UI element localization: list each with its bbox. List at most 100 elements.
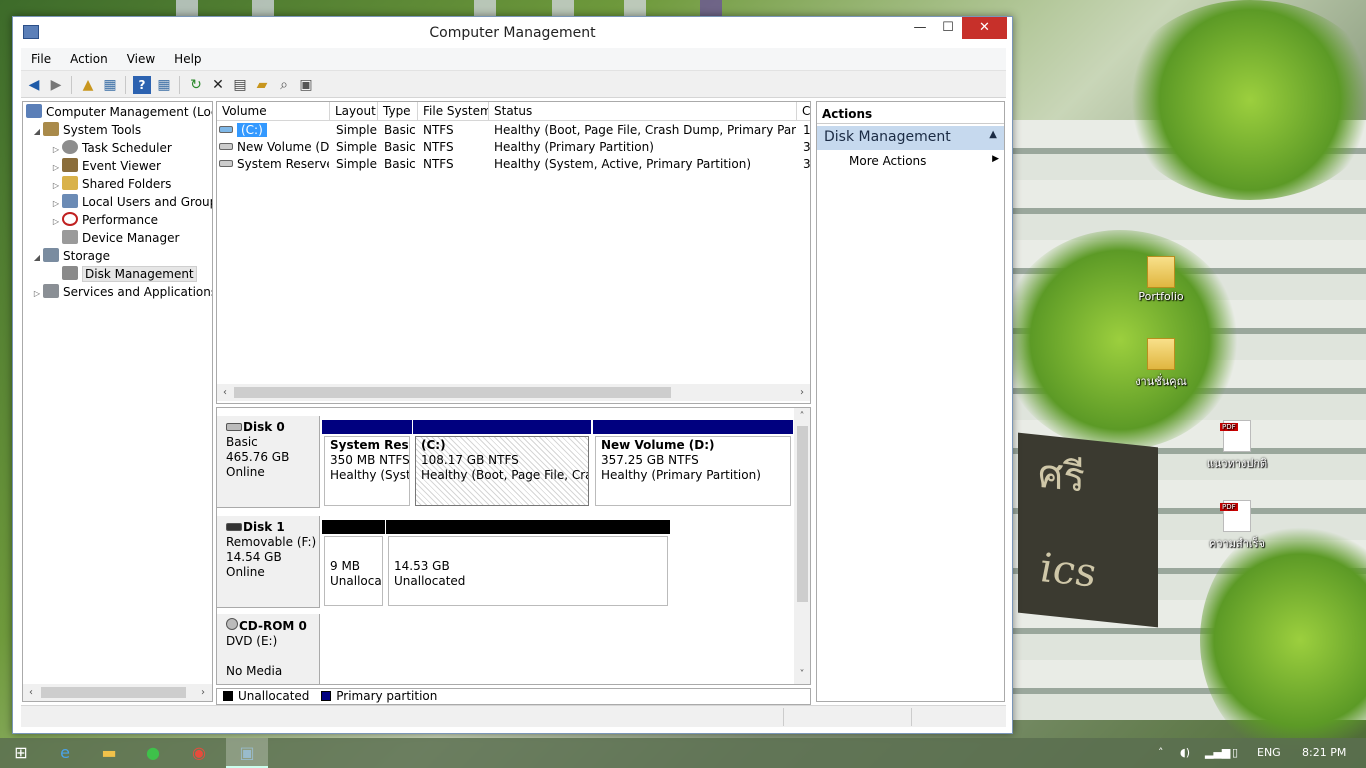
- table-cell: Simple: [336, 123, 377, 137]
- more-actions-item[interactable]: More Actions ▶: [849, 154, 999, 168]
- table-row[interactable]: System Reserved: [219, 156, 329, 173]
- column-header-type[interactable]: Type: [378, 102, 418, 121]
- actions-pane: Actions Disk Management ▲ More Actions ▶: [816, 101, 1005, 702]
- forward-arrow-icon[interactable]: ▶: [47, 76, 65, 94]
- tree-item-shared-folders[interactable]: ▷ Shared Folders: [50, 175, 171, 193]
- battery-icon[interactable]: ▯: [1232, 746, 1238, 759]
- table-row[interactable]: (C:): [219, 122, 329, 139]
- performance-icon: [62, 212, 78, 226]
- list-horizontal-scrollbar[interactable]: ‹ ›: [217, 384, 810, 401]
- primary-partition-swatch: [321, 691, 332, 701]
- expanded-arrow-icon[interactable]: ◢: [31, 249, 43, 267]
- menu-view[interactable]: View: [117, 48, 164, 66]
- menu-action[interactable]: Action: [60, 48, 117, 66]
- unallocated-bar: [322, 520, 385, 534]
- unallocated-bar: [386, 520, 670, 534]
- minimize-button[interactable]: —: [906, 17, 934, 39]
- table-cell: 3: [803, 157, 811, 171]
- start-windows-icon[interactable]: ⊞: [0, 738, 42, 768]
- partition-c[interactable]: (C:) 108.17 GB NTFS Healthy (Boot, Page Fi…: [413, 420, 591, 508]
- table-cell: NTFS: [423, 123, 454, 137]
- show-hide-action-pane-icon[interactable]: ▦: [155, 76, 173, 94]
- back-arrow-icon[interactable]: ◀: [25, 76, 43, 94]
- refresh-icon[interactable]: ↻: [187, 76, 205, 94]
- disk-0-label[interactable]: Disk 0 Basic 465.76 GB Online: [217, 416, 320, 508]
- column-header-status[interactable]: Status: [489, 102, 797, 121]
- disk-settings-icon[interactable]: ▣: [297, 76, 315, 94]
- internet-explorer-icon[interactable]: e: [44, 738, 86, 768]
- tree-item-task-scheduler[interactable]: ▷ Task Scheduler: [50, 139, 172, 157]
- folder-icon: [1147, 256, 1175, 288]
- tree-item-storage[interactable]: ◢ Storage: [31, 247, 110, 265]
- partition-system-reserved[interactable]: System Reser350 MB NTFSHealthy (Syste: [322, 420, 412, 508]
- scroll-thumb[interactable]: [234, 387, 671, 398]
- collapsed-arrow-icon[interactable]: ▷: [50, 213, 62, 231]
- column-header-file-system[interactable]: File System: [418, 102, 489, 121]
- column-header-volume[interactable]: Volume: [217, 102, 330, 121]
- scroll-up-icon[interactable]: ˄: [794, 408, 810, 425]
- drive-icon: [219, 143, 233, 150]
- chrome-icon[interactable]: ◉: [178, 738, 220, 768]
- window-title: Computer Management: [429, 25, 596, 41]
- menu-file[interactable]: File: [21, 48, 60, 66]
- primary-partition-bar: [413, 420, 591, 434]
- clock[interactable]: 8:21 PM: [1302, 746, 1346, 759]
- actions-group-disk-management[interactable]: Disk Management ▲: [817, 126, 1004, 150]
- desktop-icon-pdf-2[interactable]: ความสำเร็จ: [1202, 500, 1272, 552]
- navigation-tree: Computer Management (Local ◢ System Tools…: [22, 101, 213, 702]
- tree-item-device-manager[interactable]: Device Manager: [62, 229, 179, 247]
- collapse-arrow-icon[interactable]: ▲: [989, 129, 997, 140]
- partition-unallocated-small[interactable]: 9 MB Unallocat: [322, 520, 385, 608]
- disk-1-label[interactable]: Disk 1 Removable (F:) 14.54 GB Online: [217, 516, 320, 608]
- partition-d[interactable]: New Volume (D:) 357.25 GB NTFS Healthy (Pr…: [593, 420, 793, 508]
- show-hidden-icons-icon[interactable]: ˄: [1158, 746, 1164, 759]
- expanded-arrow-icon[interactable]: ◢: [31, 123, 43, 141]
- search-icon[interactable]: ⌕: [275, 76, 293, 94]
- computer-management-taskbar-icon[interactable]: ▣: [226, 738, 268, 768]
- language-indicator[interactable]: ENG: [1257, 746, 1281, 759]
- show-hide-tree-icon[interactable]: ▦: [101, 76, 119, 94]
- partition-unallocated-large[interactable]: 14.53 GB Unallocated: [386, 520, 670, 608]
- desktop-icon-folder[interactable]: งานชั่นคุณ: [1126, 338, 1196, 390]
- scroll-left-icon[interactable]: ‹: [217, 384, 233, 401]
- tree-item-local-users[interactable]: ▷ Local Users and Groups: [50, 193, 212, 211]
- pdf-icon: [1220, 420, 1251, 452]
- maximize-button[interactable]: ☐: [934, 17, 962, 39]
- menu-help[interactable]: Help: [164, 48, 210, 66]
- cd-rom-icon: [226, 618, 238, 630]
- tree-item-disk-management[interactable]: Disk Management: [62, 265, 197, 283]
- column-header-capacity[interactable]: C: [797, 102, 810, 121]
- title-bar[interactable]: Computer Management — ☐ ✕: [13, 17, 1012, 48]
- actions-header: Actions: [817, 102, 1004, 124]
- table-cell: NTFS: [423, 140, 454, 154]
- tree-item-system-tools[interactable]: ◢ System Tools: [31, 121, 141, 139]
- scroll-right-icon[interactable]: ›: [794, 384, 810, 401]
- scroll-thumb[interactable]: [41, 687, 186, 698]
- close-button[interactable]: ✕: [962, 17, 1007, 39]
- network-icon[interactable]: ▂▄▆: [1205, 746, 1230, 759]
- table-row[interactable]: New Volume (D:): [219, 139, 329, 156]
- scroll-down-icon[interactable]: ˅: [794, 666, 810, 683]
- disk-view-vertical-scrollbar[interactable]: ˄ ˅: [794, 408, 810, 684]
- tree-horizontal-scrollbar[interactable]: ‹ ›: [23, 684, 212, 701]
- line-app-icon[interactable]: ●: [132, 738, 174, 768]
- file-explorer-icon[interactable]: ▬: [88, 738, 130, 768]
- scroll-thumb[interactable]: [797, 426, 808, 602]
- tree-item-root[interactable]: Computer Management (Local: [26, 103, 212, 121]
- tree-item-performance[interactable]: ▷ Performance: [50, 211, 158, 229]
- tree-item-event-viewer[interactable]: ▷ Event Viewer: [50, 157, 161, 175]
- cdrom-0-label[interactable]: CD-ROM 0 DVD (E:) No Media: [217, 614, 320, 684]
- tree-item-services[interactable]: ▷ Services and Applications: [31, 283, 212, 303]
- desktop-icon-pdf-1[interactable]: แนวทางปกติ: [1202, 420, 1272, 472]
- collapsed-arrow-icon[interactable]: ▷: [31, 285, 43, 303]
- volume-icon[interactable]: ◖): [1180, 746, 1190, 759]
- open-folder-icon[interactable]: ▰: [253, 76, 271, 94]
- up-folder-icon[interactable]: ▲: [79, 76, 97, 94]
- delete-icon[interactable]: ✕: [209, 76, 227, 94]
- scroll-left-icon[interactable]: ‹: [23, 684, 39, 701]
- scroll-right-icon[interactable]: ›: [195, 684, 211, 701]
- properties-icon[interactable]: ▤: [231, 76, 249, 94]
- column-header-layout[interactable]: Layout: [330, 102, 378, 121]
- help-icon[interactable]: ?: [133, 76, 151, 94]
- desktop-icon-portfolio[interactable]: Portfolio: [1126, 256, 1196, 303]
